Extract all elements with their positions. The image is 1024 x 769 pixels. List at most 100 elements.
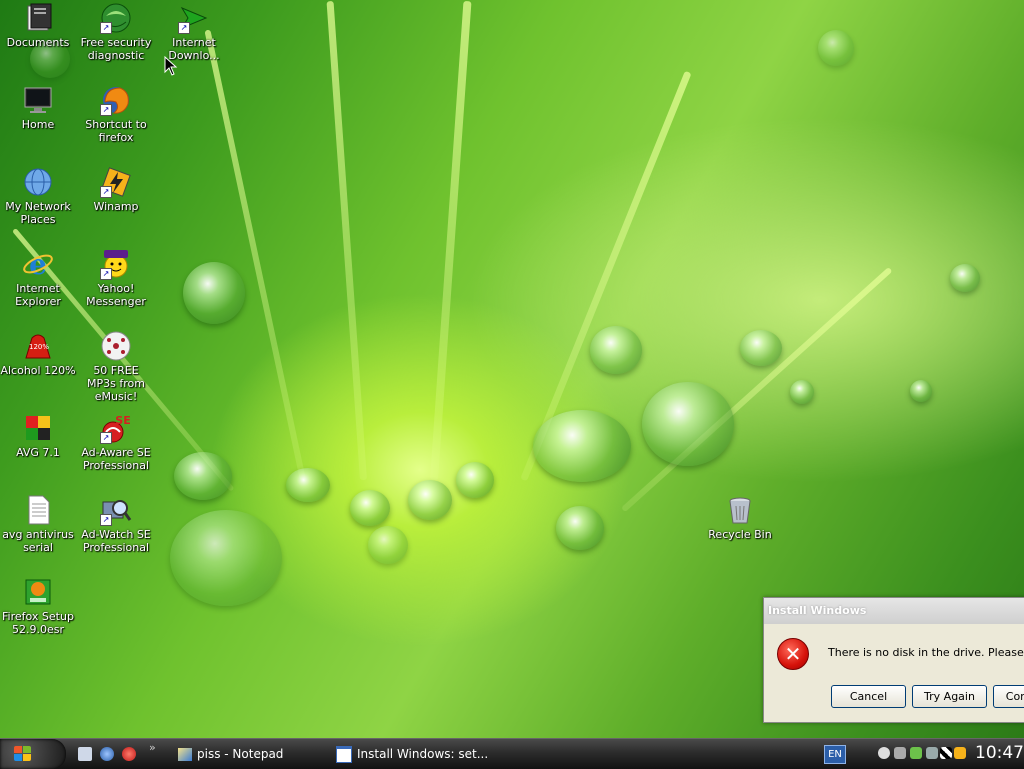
notepad-icon — [178, 748, 192, 761]
desktop-icon-label: Internet Explorer — [15, 282, 61, 308]
taskbar: » piss - Notepad Install Windows: set...… — [0, 738, 1024, 769]
alcohol-120-icon: 120% — [22, 330, 54, 362]
windows-logo-icon — [14, 746, 32, 762]
desktop-icon-adwatch[interactable]: ↗ Ad-Watch SE Professional — [78, 494, 154, 554]
mouse-cursor-icon — [164, 56, 178, 76]
desktop-icon-yahoo[interactable]: ↗ Yahoo! Messenger — [78, 248, 154, 308]
taskbar-clock[interactable]: 10:47AM — [975, 742, 1024, 767]
tray-checker-icon[interactable] — [940, 747, 952, 759]
desktop-icon-label: Alcohol 120% — [0, 364, 76, 377]
quick-launch-more-chevron[interactable]: » — [149, 741, 156, 754]
shortcut-arrow-icon: ↗ — [100, 432, 112, 444]
desktop-icon-firefoxsetup[interactable]: Firefox Setup 52.9.0esr — [0, 576, 76, 636]
shortcut-arrow-icon: ↗ — [100, 514, 112, 526]
clock-time: 10:47 — [975, 743, 1024, 763]
emusic-disc-icon — [100, 330, 132, 362]
shortcut-arrow-icon: ↗ — [100, 22, 112, 34]
desktop-icon-alcohol[interactable]: 120% Alcohol 120% — [0, 330, 76, 377]
desktop-icon-label: Yahoo! Messenger — [86, 282, 146, 308]
water-drop — [818, 30, 854, 66]
desktop-icon-label: Home — [21, 118, 55, 131]
recycle-bin-icon — [724, 494, 756, 526]
cancel-button[interactable]: Cancel — [831, 685, 906, 708]
tray-shield-icon[interactable] — [926, 747, 938, 759]
dialog-title[interactable]: Install Windows — [764, 598, 1024, 624]
dialog-message: There is no disk in the drive. Please in… — [828, 646, 1024, 659]
water-drop — [556, 506, 604, 550]
avg-icon — [22, 412, 54, 444]
shortcut-arrow-icon: ↗ — [100, 104, 112, 116]
desktop-icon-label: Ad-Watch SE Professional — [81, 528, 151, 554]
start-button[interactable] — [0, 739, 66, 769]
security-globe-icon: ↗ — [100, 2, 132, 34]
water-drop — [790, 380, 814, 404]
desktop-icon-label: Ad-Aware SE Professional — [81, 446, 151, 472]
desktop-icon-ie[interactable]: e Internet Explorer — [0, 248, 76, 308]
water-drop — [740, 330, 782, 366]
desktop-icon-avg[interactable]: AVG 7.1 — [0, 412, 76, 459]
quick-launch-adaware-icon[interactable] — [122, 747, 136, 761]
desktop-icon-label: My Network Places — [5, 200, 71, 226]
quick-launch-desktop-icon[interactable] — [78, 747, 92, 761]
desktop-icon-label: Shortcut to firefox — [85, 118, 147, 144]
network-globe-icon — [22, 166, 54, 198]
error-icon: ✕ — [777, 638, 809, 670]
leaf-vein — [204, 29, 306, 481]
ad-aware-icon: SE ↗ — [100, 412, 132, 444]
water-drop — [950, 264, 980, 292]
water-drop — [170, 510, 282, 606]
desktop-icon-label: avg antivirus serial — [2, 528, 74, 554]
water-drop — [350, 490, 390, 526]
desktop-icon-home[interactable]: Home — [0, 84, 76, 131]
shortcut-arrow-icon: ↗ — [100, 268, 112, 280]
water-drop — [408, 480, 452, 520]
desktop-icon-label: Firefox Setup 52.9.0esr — [2, 610, 74, 636]
desktop-icon-label: Recycle Bin — [708, 528, 772, 541]
water-drop — [183, 262, 245, 324]
desktop-icon-recycle[interactable]: Recycle Bin — [702, 494, 778, 541]
desktop-icon-free-security[interactable]: ↗ Free security diagnostic — [78, 2, 154, 62]
desktop-icon-winamp[interactable]: ↗ Winamp — [78, 166, 154, 213]
desktop-icon-internet-download[interactable]: ↗ Internet Downlo... — [156, 2, 232, 62]
task-label: piss - Notepad — [197, 747, 284, 761]
tray-sound-icon[interactable] — [894, 747, 906, 759]
quick-launch-globe-icon[interactable] — [100, 747, 114, 761]
water-drop — [533, 410, 631, 482]
desktop-icon-adaware[interactable]: SE ↗ Ad-Aware SE Professional — [78, 412, 154, 472]
task-label: Install Windows: set... — [357, 747, 489, 761]
tray-bolt-icon[interactable] — [954, 747, 966, 759]
task-notepad[interactable]: piss - Notepad — [178, 742, 328, 766]
desktop-icon-emusic[interactable]: 50 FREE MP3s from eMusic! — [78, 330, 154, 403]
documents-icon — [22, 2, 54, 34]
language-indicator[interactable]: EN — [824, 745, 846, 764]
water-drop — [910, 380, 932, 402]
water-drop — [286, 468, 330, 502]
yahoo-messenger-icon: ↗ — [100, 248, 132, 280]
tray-minus-icon[interactable] — [878, 747, 890, 759]
download-arrow-icon: ↗ — [178, 2, 210, 34]
shortcut-arrow-icon: ↗ — [178, 22, 190, 34]
adaware-badge-text: SE — [115, 414, 130, 427]
text-document-icon — [22, 494, 54, 526]
water-drop — [590, 326, 642, 374]
desktop-icon-documents[interactable]: Documents — [0, 2, 76, 49]
firefox-icon: ↗ — [100, 84, 132, 116]
desktop-icon-label: Free security diagnostic — [80, 36, 152, 62]
ad-watch-icon: ↗ — [100, 494, 132, 526]
monitor-icon — [22, 84, 54, 116]
tray-network-icon[interactable] — [910, 747, 922, 759]
water-drop — [456, 462, 494, 498]
continue-button[interactable]: Continue — [993, 685, 1024, 708]
desktop-icon-avgserial[interactable]: avg antivirus serial — [0, 494, 76, 554]
desktop-icon-firefox-shortcut[interactable]: ↗ Shortcut to firefox — [78, 84, 154, 144]
alcohol-badge-text: 120% — [29, 343, 49, 351]
svg-text:e: e — [29, 248, 47, 280]
shortcut-arrow-icon: ↗ — [100, 186, 112, 198]
water-drop — [174, 452, 232, 500]
task-install-windows[interactable]: Install Windows: set... — [336, 742, 496, 766]
internet-explorer-icon: e — [22, 248, 54, 281]
desktop-icon-network[interactable]: My Network Places — [0, 166, 76, 226]
install-windows-dialog[interactable]: Install Windows ✕ There is no disk in th… — [763, 597, 1024, 723]
leaf-vein — [430, 0, 472, 481]
try-again-button[interactable]: Try Again — [912, 685, 987, 708]
